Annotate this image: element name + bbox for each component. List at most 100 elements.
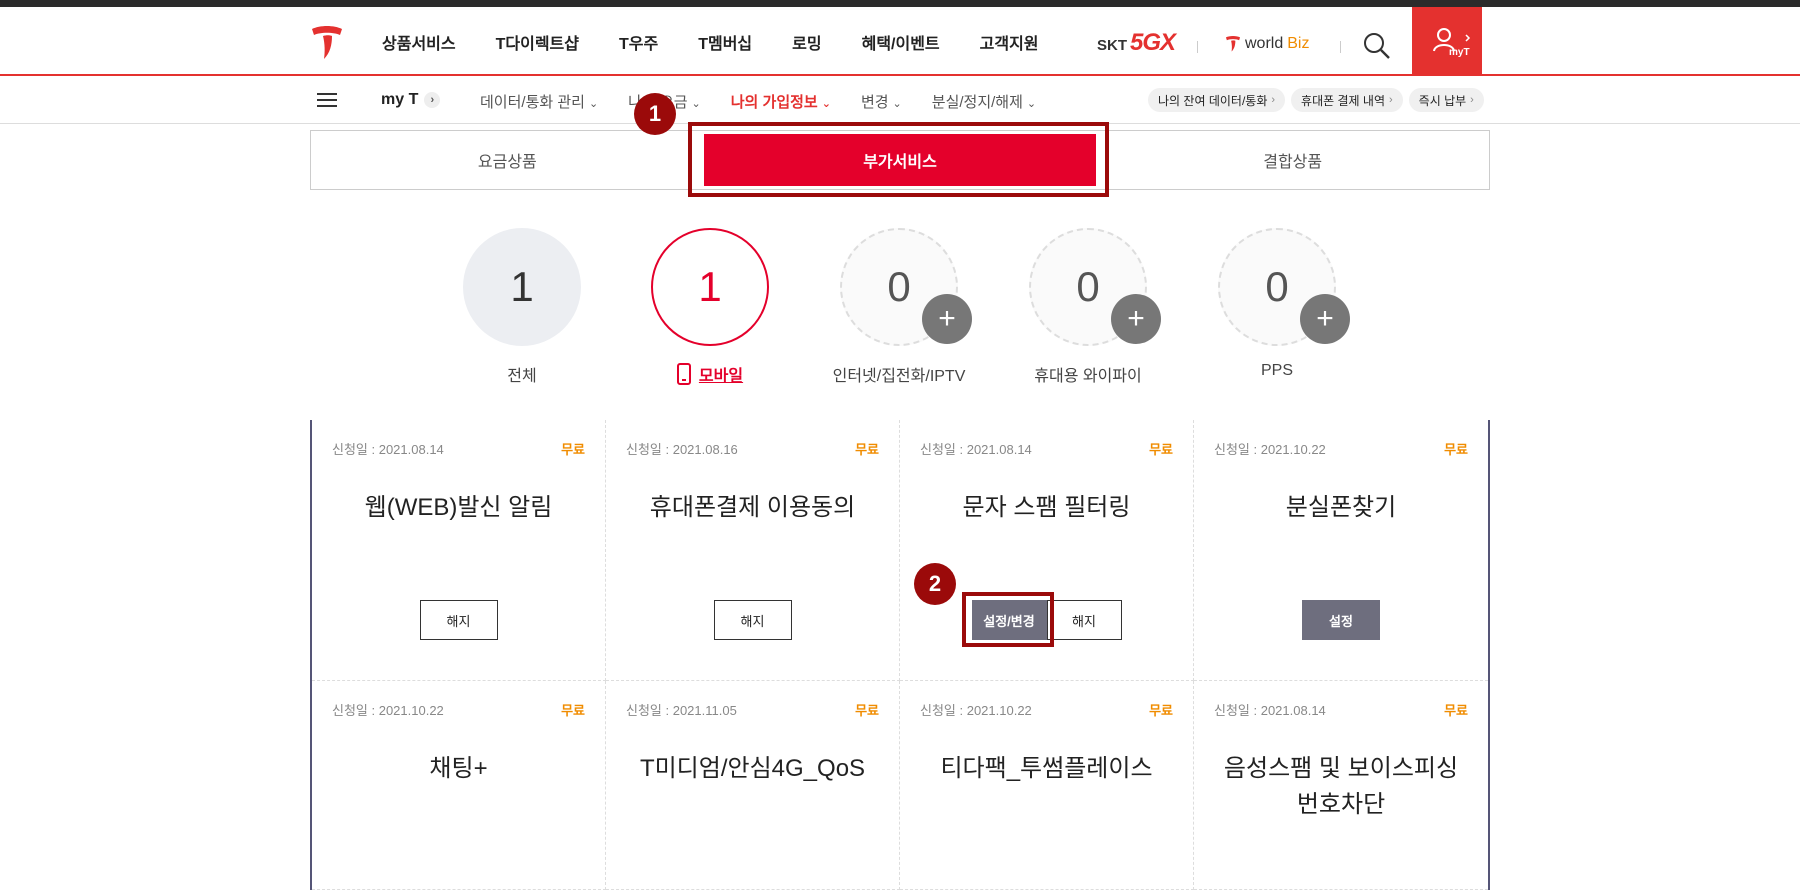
apply-date: 신청일 : 2021.10.22 [1214,442,1326,457]
gnb-menu: 상품서비스 T다이렉트샵 T우주 T멤버십 로밍 혜택/이벤트 고객지원 [382,7,1079,76]
summary-internet[interactable]: 0 + 인터넷/집전화/IPTV [804,228,994,386]
apply-date: 신청일 : 2021.10.22 [332,703,444,718]
search-icon[interactable] [1360,29,1394,63]
gnb-item-roaming[interactable]: 로밍 [792,30,821,54]
step-marker-1: 1 [634,93,676,135]
gnb-item-events[interactable]: 혜택/이벤트 [862,30,940,54]
lnb-item-data-call[interactable]: 데이터/통화 관리 ⌄ [480,91,598,112]
product-tabs: 요금상품 부가서비스 결합상품 [310,130,1490,190]
lnb-menu: 데이터/통화 관리⌄ 나의 요금⌄ 나의 가입정보⌄ 변경⌄ 분실/정지/해제⌄ [480,78,1066,124]
global-navigation: 상품서비스 T다이렉트샵 T우주 T멤버십 로밍 혜택/이벤트 고객지원 SKT… [0,7,1800,76]
chevron-right-icon: › [1271,94,1276,106]
gnb-item-products[interactable]: 상품서비스 [382,30,456,54]
quick-links: 나의 잔여 데이터/통화 › 휴대폰 결제 내역 › 즉시 납부 › [1148,88,1484,112]
subscription-summary: 1 전체 1 모바일 0 + 인터넷/집전화/IPTV 0 + 휴대용 와이파이… [0,228,1800,388]
gnb-item-support[interactable]: 고객지원 [980,30,1039,54]
tab-rate-plan[interactable]: 요금상품 [311,131,704,189]
quick-remaining-data[interactable]: 나의 잔여 데이터/통화 › [1148,88,1286,112]
service-card: 신청일 : 2021.08.16 무료 휴대폰결제 이용동의 해지 [606,420,900,681]
add-plus-icon[interactable]: + [1300,294,1350,344]
summary-label: 휴대용 와이파이 [1034,368,1142,385]
mobile-phone-icon [676,363,691,385]
service-name: 채팅+ [429,755,488,782]
myt-button[interactable]: myT [1412,7,1482,76]
service-card: 신청일 : 2021.10.22 무료 티다팩_투썸플레이스 [900,681,1194,890]
cancel-service-button[interactable]: 해지 [713,600,792,640]
chevron-right-icon: › [1389,94,1393,106]
tab-addon-service[interactable]: 부가서비스 [703,134,1097,186]
apply-date: 신청일 : 2021.10.22 [920,703,1032,718]
myt-breadcrumb-label: my T [381,91,419,108]
step-marker-2: 2 [914,563,956,605]
t-small-icon [1225,36,1241,52]
gnb-item-t-universe[interactable]: T우주 [619,30,658,54]
summary-label: PPS [1260,362,1293,379]
service-name: T미디엄/안심4G_QoS [639,755,866,782]
fee-badge: 무료 [561,703,585,718]
summary-all[interactable]: 1 전체 [427,228,617,386]
settings-button[interactable]: 설정 [1302,600,1380,640]
5gx-label: 5GX [1130,29,1176,56]
fee-badge: 무료 [1444,442,1468,457]
gnb-item-membership[interactable]: T멤버십 [698,30,752,54]
quick-pay-now[interactable]: 즉시 납부 › [1408,88,1484,112]
fee-badge: 무료 [855,703,879,718]
add-plus-icon[interactable]: + [922,294,972,344]
cancel-service-button[interactable]: 해지 [419,600,498,640]
summary-label: 모바일 [615,362,805,386]
service-name: 휴대폰결제 이용동의 [649,494,856,521]
service-name: 분실폰찾기 [1285,494,1397,521]
divider [1197,41,1198,53]
summary-label: 전체 [507,368,537,385]
t-logo-icon[interactable] [310,25,344,61]
fee-badge: 무료 [1149,703,1173,718]
count-circle: 0 + [1218,228,1350,346]
apply-date: 신청일 : 2021.08.14 [1214,703,1326,718]
fee-badge: 무료 [1149,442,1173,457]
apply-date: 신청일 : 2021.11.05 [626,703,737,718]
apply-date: 신청일 : 2021.08.16 [626,442,738,457]
myt-button-label: myT [1449,47,1470,58]
add-plus-icon[interactable]: + [1111,294,1161,344]
worldbiz-label-b: Biz [1287,35,1310,52]
summary-wifi[interactable]: 0 + 휴대용 와이파이 [993,228,1183,386]
skt-5gx-logo[interactable]: SKT 5GX [1097,29,1176,57]
gnb-item-direct-shop[interactable]: T다이렉트샵 [496,30,579,54]
service-card: 신청일 : 2021.11.05 무료 T미디엄/안심4G_QoS [606,681,900,890]
cancel-service-button[interactable]: 해지 [1046,600,1122,640]
count-circle: 0 + [1029,228,1161,346]
summary-mobile[interactable]: 1 모바일 [615,228,805,386]
tab-bundle[interactable]: 결합상품 [1096,131,1489,189]
chevron-down-icon: ⌄ [821,97,831,110]
top-strip [0,0,1800,7]
quick-payment-history[interactable]: 휴대폰 결제 내역 › [1291,88,1403,112]
summary-pps[interactable]: 0 + PPS [1182,228,1372,380]
service-card: 신청일 : 2021.08.14 무료 문자 스팸 필터링 설정/변경 해지 [900,420,1194,681]
summary-label: 인터넷/집전화/IPTV [832,368,966,385]
lnb-item-lost-suspend[interactable]: 분실/정지/해제 ⌄ [932,91,1036,112]
myt-breadcrumb[interactable]: my T › [381,91,441,109]
apply-date: 신청일 : 2021.08.14 [920,442,1032,457]
count-circle: 1 [463,228,581,346]
service-name: 웹(WEB)발신 알림 [364,494,553,521]
hamburger-menu-icon[interactable] [317,93,337,109]
lnb-item-my-subscription[interactable]: 나의 가입정보 ⌄ [731,91,831,112]
settings-change-button[interactable]: 설정/변경 [971,600,1047,640]
service-card: 신청일 : 2021.08.14 무료 웹(WEB)발신 알림 해지 [312,420,606,681]
fee-badge: 무료 [561,442,585,457]
count-circle: 0 + [840,228,972,346]
service-name: 티다팩_투썸플레이스 [940,755,1153,782]
worldbiz-logo[interactable]: world Biz [1225,35,1309,53]
service-card: 신청일 : 2021.10.22 무료 분실폰찾기 설정 [1194,420,1488,681]
service-card: 신청일 : 2021.10.22 무료 채팅+ [312,681,606,890]
fee-badge: 무료 [855,442,879,457]
service-name: 문자 스팸 필터링 [962,494,1131,521]
divider [1340,41,1341,53]
lnb-item-change[interactable]: 변경 ⌄ [861,91,902,112]
service-card: 신청일 : 2021.08.14 무료 음성스팸 및 보이스피싱번호차단 [1194,681,1488,890]
chevron-right-icon: › [424,92,441,108]
chevron-right-icon: › [1470,94,1474,106]
chevron-down-icon: ⌄ [588,97,599,110]
chevron-down-icon: ⌄ [691,97,701,110]
local-navigation: my T › 데이터/통화 관리⌄ 나의 요금⌄ 나의 가입정보⌄ 변경⌄ 분실… [0,78,1800,124]
